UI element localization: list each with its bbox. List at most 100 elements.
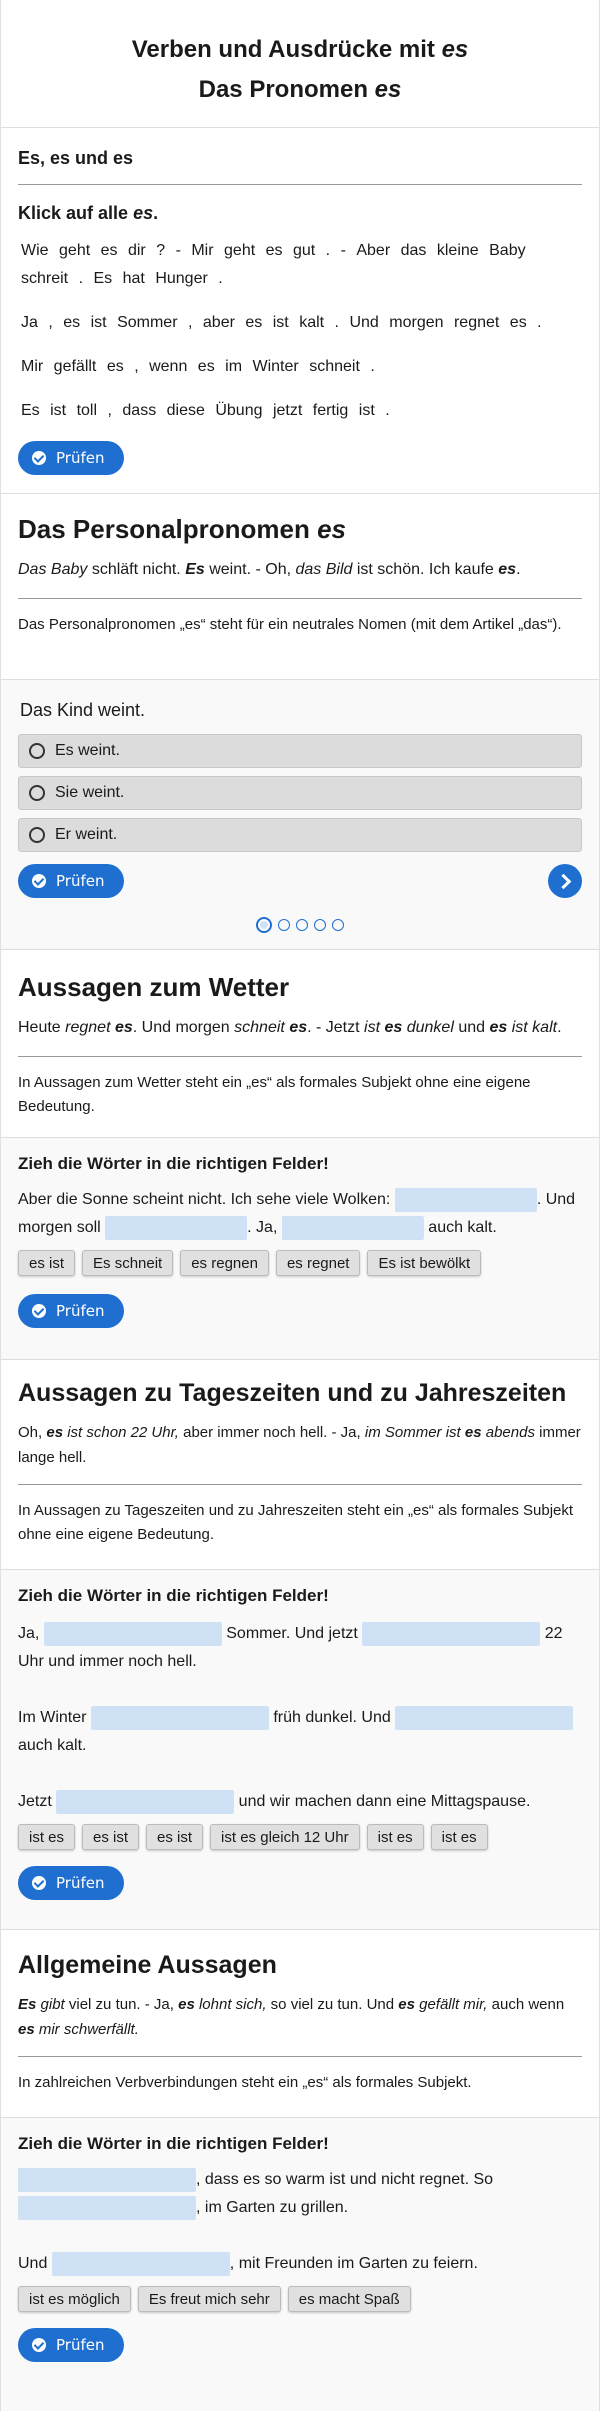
clickable-word[interactable]: Aber: [353, 237, 393, 265]
clickable-word[interactable]: Übung: [212, 397, 265, 425]
clickable-word[interactable]: .: [382, 397, 392, 425]
check-circle-icon: [32, 1876, 46, 1890]
page-dot-5[interactable]: [332, 918, 344, 931]
page-dot-2[interactable]: [278, 918, 290, 931]
page-dot-1[interactable]: [256, 916, 272, 933]
check-button[interactable]: Prüfen: [18, 441, 125, 475]
next-arrow-icon[interactable]: [548, 864, 582, 898]
clickable-word[interactable]: .: [215, 265, 225, 293]
option-sie[interactable]: Sie weint.: [18, 776, 582, 810]
clickable-word[interactable]: -: [173, 237, 184, 265]
clickable-word[interactable]: es: [60, 309, 83, 337]
check-button[interactable]: Prüfen: [18, 1866, 125, 1900]
drop-field[interactable]: [18, 2167, 196, 2192]
drop-field[interactable]: [105, 1215, 248, 1240]
word-chip[interactable]: Es ist bewölkt: [367, 1250, 482, 1276]
option-es[interactable]: Es weint.: [18, 734, 582, 768]
section-title: Das Personalpronomen es: [18, 514, 347, 544]
clickable-word[interactable]: Und: [346, 309, 381, 337]
word-chip[interactable]: es ist: [146, 1824, 204, 1850]
clickable-word[interactable]: Es: [90, 265, 115, 293]
clickable-word[interactable]: hat: [120, 265, 148, 293]
clickable-word[interactable]: ,: [104, 397, 114, 425]
clickable-word[interactable]: Sommer: [114, 309, 180, 337]
clickable-word[interactable]: gut: [290, 237, 318, 265]
page-dot-3[interactable]: [296, 918, 308, 931]
clickable-word[interactable]: Wie: [18, 237, 52, 265]
word-chip[interactable]: es macht Spaß: [287, 2286, 411, 2312]
clickable-word[interactable]: kleine: [434, 237, 482, 265]
clickable-word[interactable]: gefällt: [51, 353, 100, 381]
word-chip[interactable]: ist es: [366, 1824, 424, 1850]
word-chip[interactable]: ist es gleich 12 Uhr: [210, 1824, 360, 1850]
clickable-word[interactable]: fertig: [310, 397, 352, 425]
drop-field[interactable]: [90, 1705, 269, 1730]
clickable-word[interactable]: dir: [125, 237, 149, 265]
check-button[interactable]: Prüfen: [18, 1294, 125, 1328]
clickable-word[interactable]: ist: [88, 309, 110, 337]
drop-field[interactable]: [56, 1789, 235, 1814]
clickable-word[interactable]: ,: [45, 309, 55, 337]
clickable-word[interactable]: es: [104, 353, 127, 381]
clickable-word[interactable]: es: [98, 237, 121, 265]
word-chip[interactable]: es ist: [82, 1824, 140, 1850]
clickable-word[interactable]: regnet: [451, 309, 502, 337]
word-chip[interactable]: es ist: [18, 1250, 76, 1276]
clickable-word[interactable]: Mir: [188, 237, 216, 265]
clickable-word[interactable]: es: [263, 237, 286, 265]
clickable-word[interactable]: schneit: [306, 353, 363, 381]
clickable-word[interactable]: das: [398, 237, 430, 265]
word-chip[interactable]: ist es möglich: [18, 2286, 131, 2312]
clickable-word[interactable]: Ja: [18, 309, 41, 337]
clickable-word[interactable]: ,: [185, 309, 195, 337]
clickable-word[interactable]: es: [242, 309, 265, 337]
clickable-word[interactable]: .: [323, 237, 333, 265]
clickable-word[interactable]: .: [534, 309, 544, 337]
check-button[interactable]: Prüfen: [18, 2328, 125, 2362]
drop-field[interactable]: [362, 1621, 541, 1646]
clickable-word[interactable]: ist: [270, 309, 292, 337]
clickable-word[interactable]: .: [367, 353, 377, 381]
clickable-word[interactable]: wenn: [146, 353, 190, 381]
drop-field[interactable]: [51, 2251, 230, 2276]
clickable-word[interactable]: toll: [74, 397, 100, 425]
word-chip[interactable]: es regnet: [275, 1250, 361, 1276]
clickable-word[interactable]: diese: [164, 397, 208, 425]
clickable-word[interactable]: geht: [56, 237, 93, 265]
clickable-word[interactable]: Mir: [18, 353, 46, 381]
page-dot-4[interactable]: [314, 918, 326, 931]
clickable-word[interactable]: jetzt: [270, 397, 305, 425]
drop-field[interactable]: [395, 1705, 574, 1730]
check-button[interactable]: Prüfen: [18, 864, 125, 898]
clickable-word[interactable]: Winter: [250, 353, 302, 381]
word-chip[interactable]: Es freut mich sehr: [137, 2286, 281, 2312]
clickable-word[interactable]: .: [332, 309, 342, 337]
clickable-word[interactable]: .: [76, 265, 86, 293]
clickable-word[interactable]: -: [338, 237, 349, 265]
clickable-word[interactable]: ?: [153, 237, 168, 265]
clickable-word[interactable]: aber: [200, 309, 238, 337]
clickable-word[interactable]: Baby: [486, 237, 528, 265]
clickable-word[interactable]: ist: [356, 397, 378, 425]
drop-field[interactable]: [18, 2195, 196, 2220]
clickable-word[interactable]: kalt: [296, 309, 327, 337]
clickable-word[interactable]: Es: [18, 397, 43, 425]
clickable-word[interactable]: ist: [47, 397, 69, 425]
clickable-word[interactable]: morgen: [386, 309, 446, 337]
clickable-word[interactable]: ,: [131, 353, 141, 381]
drop-field[interactable]: [394, 1187, 537, 1212]
clickable-word[interactable]: es: [195, 353, 218, 381]
clickable-word[interactable]: schreit: [18, 265, 71, 293]
clickable-word[interactable]: dass: [119, 397, 159, 425]
word-chip[interactable]: ist es: [430, 1824, 488, 1850]
word-chip[interactable]: es regnen: [180, 1250, 269, 1276]
drop-field[interactable]: [281, 1215, 424, 1240]
option-er[interactable]: Er weint.: [18, 818, 582, 852]
drop-field[interactable]: [43, 1621, 222, 1646]
word-chip[interactable]: Es schneit: [82, 1250, 174, 1276]
clickable-word[interactable]: geht: [221, 237, 258, 265]
word-chip[interactable]: ist es: [18, 1824, 76, 1850]
clickable-word[interactable]: im: [222, 353, 245, 381]
clickable-word[interactable]: es: [507, 309, 530, 337]
clickable-word[interactable]: Hunger: [152, 265, 210, 293]
